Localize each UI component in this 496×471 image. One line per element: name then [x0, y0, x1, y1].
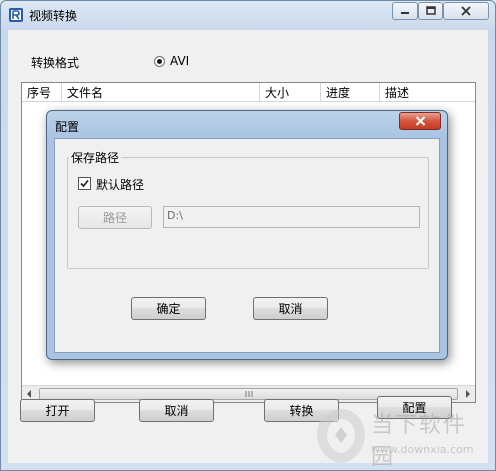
ok-button[interactable]: 确定 — [131, 297, 206, 320]
path-input[interactable]: D:\ — [163, 206, 420, 228]
watermark-name: 当下软件园 — [371, 413, 468, 470]
default-path-checkbox[interactable] — [78, 177, 91, 190]
minimize-icon — [401, 12, 409, 14]
dialog-client: 保存路径 默认路径 路径 D:\ 确定 取消 — [54, 138, 440, 353]
window-title: 视频转换 — [29, 9, 78, 23]
avi-radio-label[interactable]: AVI — [170, 54, 189, 68]
maximize-icon — [425, 6, 436, 15]
open-button[interactable]: 打开 — [20, 399, 95, 422]
config-dialog: 配置 保存路径 默认路径 路径 D:\ 确定 取消 — [46, 110, 448, 360]
video-app-icon — [9, 8, 23, 22]
close-icon — [415, 116, 425, 126]
format-label: 转换格式 — [31, 56, 80, 70]
scroll-right-icon[interactable] — [466, 390, 470, 398]
path-button[interactable]: 路径 — [78, 206, 152, 229]
list-header: 序号 文件名 大小 进度 描述 — [22, 83, 475, 102]
scroll-left-icon[interactable] — [27, 390, 31, 398]
dialog-title: 配置 — [55, 120, 80, 134]
default-path-label[interactable]: 默认路径 — [96, 176, 144, 193]
watermark-url: www.downxia.com — [371, 443, 474, 456]
minimize-button[interactable] — [392, 2, 418, 20]
avi-radio[interactable] — [154, 56, 165, 67]
title-bar[interactable]: 视频转换 — [1, 1, 495, 29]
cancel-button[interactable]: 取消 — [139, 399, 214, 422]
column-header-description[interactable]: 描述 — [380, 83, 475, 101]
watermark-logo-icon — [317, 409, 365, 463]
grip-icon — [245, 391, 253, 397]
checkmark-icon — [80, 179, 89, 188]
watermark: 当下软件园 www.downxia.com — [315, 405, 490, 470]
maximize-button[interactable] — [418, 2, 443, 20]
column-header-progress[interactable]: 进度 — [321, 83, 380, 101]
save-path-group-title: 保存路径 — [69, 149, 122, 166]
dialog-cancel-button[interactable]: 取消 — [253, 297, 328, 320]
column-header-filename[interactable]: 文件名 — [62, 83, 260, 101]
close-button[interactable] — [443, 2, 489, 20]
close-icon — [461, 6, 471, 16]
dialog-close-button[interactable] — [399, 112, 441, 130]
column-header-size[interactable]: 大小 — [260, 83, 321, 101]
column-header-index[interactable]: 序号 — [22, 83, 62, 101]
